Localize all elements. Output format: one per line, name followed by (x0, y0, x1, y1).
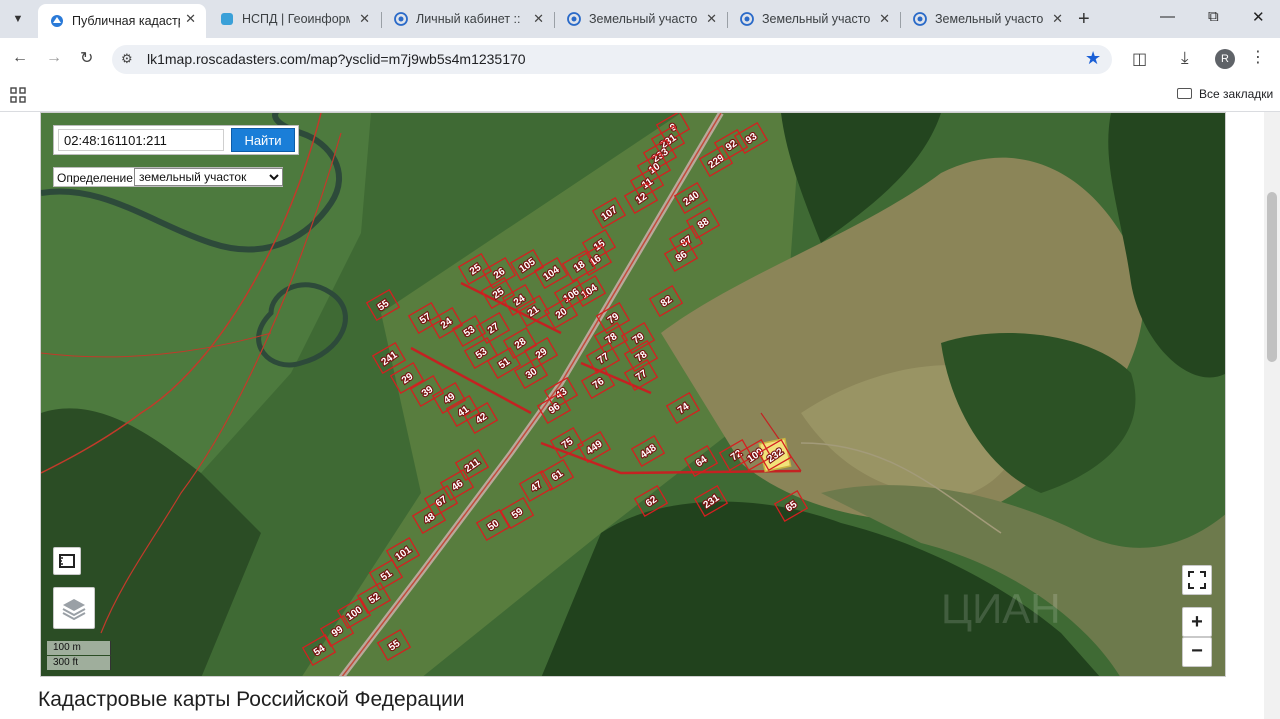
ruler-icon (59, 554, 75, 568)
minimize-icon: — (1160, 8, 1175, 25)
tab-label: Публичная кадастр (72, 14, 180, 28)
bookmarks-bar (0, 80, 1280, 112)
forward-button[interactable]: → (46, 49, 62, 67)
arrow-right-icon: → (46, 49, 62, 66)
download-icon[interactable]: ⤓ (1181, 48, 1189, 68)
tab-public-cadastral[interactable]: Публичная кадастр ✕ (38, 4, 206, 38)
bookmark-star-icon[interactable]: ★ (1085, 48, 1101, 69)
minus-icon: − (1191, 640, 1203, 662)
zoom-out-button[interactable]: − (1182, 637, 1212, 667)
plus-icon: + (1191, 611, 1203, 633)
close-icon[interactable]: ✕ (533, 11, 544, 27)
tab-search-button[interactable]: ▼ (6, 8, 30, 30)
tab-label: Земельный участок (935, 12, 1043, 26)
minimize-button[interactable]: — (1160, 8, 1175, 25)
globe-icon (913, 12, 927, 26)
satellite-map[interactable]: 923123310111222992 9324088107878615161810… (41, 113, 1226, 677)
folder-icon (1177, 88, 1192, 99)
fullscreen-button[interactable] (1182, 565, 1212, 595)
page-heading: Кадастровые карты Российской Федерации (38, 688, 465, 711)
reload-button[interactable]: ↻ (80, 48, 93, 68)
tab-personal-cabinet[interactable]: Личный кабинет :: И ✕ (382, 4, 554, 34)
site-info-icon[interactable]: ⚙ (121, 51, 133, 67)
tab-label: НСПД | Геоинформа (242, 12, 350, 26)
tab-nspd[interactable]: НСПД | Геоинформа ✕ (208, 4, 380, 34)
fullscreen-icon (1188, 571, 1206, 589)
close-icon[interactable]: ✕ (706, 11, 717, 27)
scale-feet: 300 ft (47, 656, 111, 670)
definition-select[interactable]: земельный участок (134, 168, 283, 186)
all-bookmarks-link[interactable]: Все закладки (1199, 87, 1273, 101)
new-tab-button[interactable]: + (1078, 8, 1090, 31)
globe-icon (394, 12, 408, 26)
maximize-button[interactable]: ⧉ (1208, 8, 1219, 25)
tab-label: Земельный участок (589, 12, 697, 26)
arrow-left-icon: ← (12, 49, 28, 66)
nspd-icon (221, 13, 233, 25)
tab-land-plot-1[interactable]: Земельный участок ✕ (555, 4, 727, 34)
measure-button[interactable] (53, 547, 81, 575)
close-icon[interactable]: ✕ (359, 11, 370, 27)
scale-meters: 100 m (47, 641, 111, 655)
close-icon: ✕ (1252, 9, 1265, 26)
restore-icon: ⧉ (1208, 8, 1219, 25)
find-button[interactable]: Найти (231, 128, 295, 152)
extensions-icon[interactable]: ◫ (1132, 49, 1147, 69)
layers-button[interactable] (53, 587, 95, 629)
scrollbar-thumb[interactable] (1267, 192, 1277, 362)
rosreestr-icon (51, 15, 63, 27)
close-icon[interactable]: ✕ (1052, 11, 1063, 27)
close-icon[interactable]: ✕ (185, 11, 196, 27)
cadastral-map[interactable]: 9 231 233 10 11 12 229 92 93 240 88 107 87 86 15 16 18 10… (40, 112, 1226, 677)
close-window-button[interactable]: ✕ (1252, 8, 1265, 26)
reload-icon: ↻ (80, 50, 94, 67)
tab-label: Личный кабинет :: И (416, 12, 524, 26)
back-button[interactable]: ← (12, 49, 28, 67)
definition-label: Определение: (57, 171, 137, 185)
tab-land-plot-3[interactable]: Земельный участок ✕ (901, 4, 1073, 34)
tab-label: Земельный участок (762, 12, 870, 26)
menu-icon[interactable]: ⋮ (1250, 47, 1266, 67)
url-text[interactable]: lk1map.roscadasters.com/map?ysclid=m7j9w… (147, 51, 526, 67)
globe-icon (567, 12, 581, 26)
definition-panel: Определение: земельный участок (53, 167, 283, 187)
search-panel: Найти (53, 125, 299, 155)
chevron-down-icon: ▼ (12, 13, 24, 25)
tab-land-plot-2[interactable]: Земельный участок ✕ (728, 4, 900, 34)
close-icon[interactable]: ✕ (879, 11, 890, 27)
globe-icon (740, 12, 754, 26)
layers-icon (62, 599, 86, 621)
avatar[interactable]: R (1215, 49, 1235, 69)
zoom-in-button[interactable]: + (1182, 607, 1212, 637)
apps-grid-icon[interactable] (10, 87, 26, 103)
plus-icon: + (1078, 8, 1090, 30)
map-watermark: ЦИАН (941, 585, 1061, 632)
cadastral-number-input[interactable] (58, 129, 224, 151)
